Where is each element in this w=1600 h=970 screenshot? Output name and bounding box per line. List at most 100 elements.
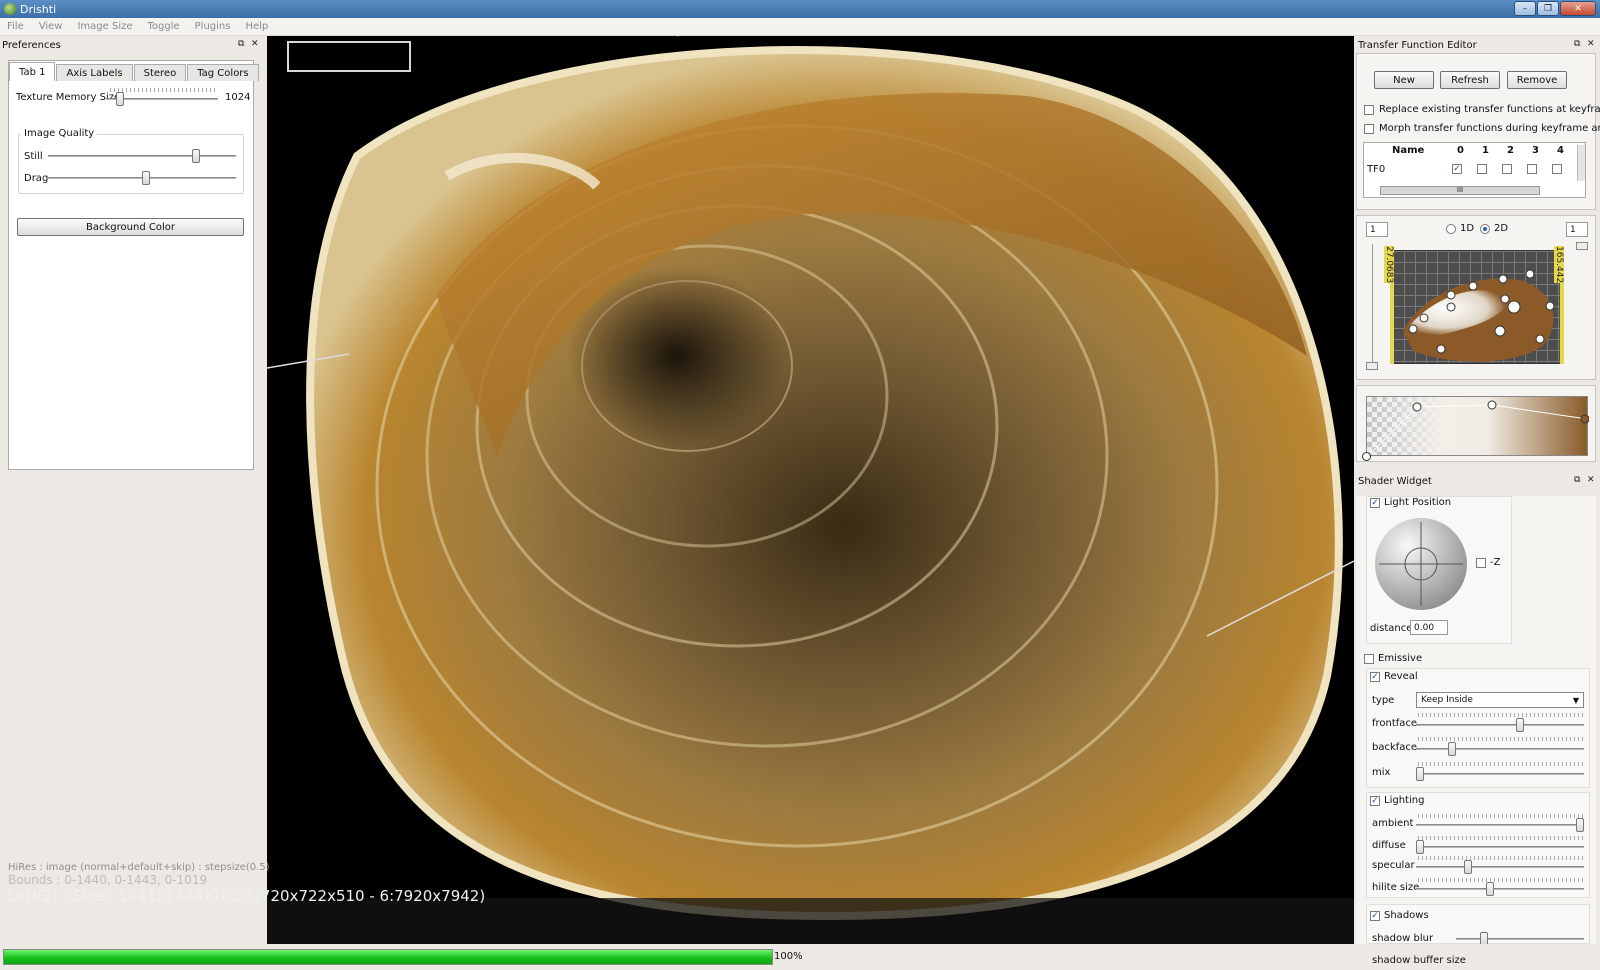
reveal-checkbox[interactable]: ✓ xyxy=(1370,672,1380,682)
tf-control-point[interactable] xyxy=(1419,313,1429,323)
tf-table-scrollbar[interactable]: III xyxy=(1380,186,1540,195)
tf-table-vscroll[interactable] xyxy=(1577,145,1585,181)
right-spinbox[interactable]: 1 xyxy=(1566,222,1588,237)
frontface-slider[interactable] xyxy=(1416,718,1584,732)
slider-handle[interactable] xyxy=(1576,818,1584,832)
new-tf-button[interactable]: New xyxy=(1374,71,1434,89)
color-gradient-bar[interactable] xyxy=(1366,396,1590,458)
float-icon[interactable]: ⧉ xyxy=(238,39,244,49)
menu-view[interactable]: View xyxy=(39,21,63,32)
texture-memory-slider[interactable] xyxy=(106,92,218,106)
slider-handle[interactable] xyxy=(192,149,200,163)
remove-tf-button[interactable]: Remove xyxy=(1507,71,1567,89)
emissive-checkbox[interactable] xyxy=(1364,654,1374,664)
drag-slider[interactable] xyxy=(48,171,236,185)
light-position-checkbox[interactable]: ✓ xyxy=(1370,498,1380,508)
backface-slider[interactable] xyxy=(1416,742,1584,756)
tf-control-point[interactable] xyxy=(1545,301,1555,311)
tf-left-track xyxy=(1372,244,1373,362)
slider-handle[interactable] xyxy=(1416,840,1424,854)
shader-widget-header: Shader Widget ⧉ ✕ xyxy=(1356,473,1600,489)
background-color-button[interactable]: Background Color xyxy=(17,218,244,236)
still-slider[interactable] xyxy=(48,149,236,163)
dock-close-icon[interactable]: ✕ xyxy=(1587,475,1595,485)
color-stop[interactable] xyxy=(1412,402,1422,412)
tf-control-point[interactable] xyxy=(1525,269,1535,279)
shadows-checkbox[interactable]: ✓ xyxy=(1370,911,1380,921)
tf-control-point[interactable] xyxy=(1436,344,1446,354)
float-icon[interactable]: ⧉ xyxy=(1574,39,1580,49)
maximize-icon[interactable]: ❐ xyxy=(1537,1,1559,16)
tf-editor-title: Transfer Function Editor xyxy=(1358,39,1477,51)
dock-close-icon[interactable]: ✕ xyxy=(251,39,259,49)
tf-control-point[interactable] xyxy=(1446,290,1456,300)
specular-slider[interactable] xyxy=(1416,860,1584,874)
tf-row-check-4[interactable] xyxy=(1552,164,1562,174)
menu-image-size[interactable]: Image Size xyxy=(77,21,132,32)
tab-stereo[interactable]: Stereo xyxy=(133,64,187,81)
close-icon[interactable]: ✕ xyxy=(1560,1,1596,16)
volume-viewer[interactable] xyxy=(267,36,1354,944)
distance-label: distance xyxy=(1370,623,1413,634)
slider-handle[interactable] xyxy=(1464,860,1472,874)
slider-handle[interactable] xyxy=(142,171,150,185)
right-bound-value: 165.442 xyxy=(1554,246,1564,284)
color-stop[interactable] xyxy=(1487,400,1497,410)
progress-bar xyxy=(3,949,773,965)
tf-control-point[interactable] xyxy=(1535,334,1545,344)
light-position-label: Light Position xyxy=(1384,497,1452,508)
selection-rectangle[interactable] xyxy=(287,41,411,72)
light-direction-sphere[interactable] xyxy=(1375,518,1467,610)
slider-handle[interactable] xyxy=(1416,767,1424,781)
menu-file[interactable]: File xyxy=(7,21,24,32)
frontface-label: frontface xyxy=(1372,718,1418,729)
neg-z-checkbox[interactable] xyxy=(1476,558,1486,568)
refresh-tf-button[interactable]: Refresh xyxy=(1440,71,1500,89)
reveal-type-value: Keep Inside xyxy=(1421,695,1473,705)
hilite-size-slider[interactable] xyxy=(1416,882,1584,896)
ambient-slider[interactable] xyxy=(1416,818,1584,832)
tab-axis-labels[interactable]: Axis Labels xyxy=(56,64,133,81)
tf-control-point[interactable] xyxy=(1507,300,1521,314)
lighting-checkbox[interactable]: ✓ xyxy=(1370,796,1380,806)
tab-tag-colors[interactable]: Tag Colors xyxy=(187,64,259,81)
preferences-panel xyxy=(8,60,254,470)
color-stop-start[interactable] xyxy=(1362,452,1371,461)
dock-close-icon[interactable]: ✕ xyxy=(1587,39,1595,49)
minimize-icon[interactable]: – xyxy=(1514,1,1536,16)
slider-groove xyxy=(1416,888,1584,890)
tf-row-check-0[interactable]: ✓ xyxy=(1452,164,1462,174)
menu-toggle[interactable]: Toggle xyxy=(148,21,180,32)
mode-2d-radio[interactable] xyxy=(1480,224,1490,234)
window-controls: – ❐ ✕ xyxy=(1514,1,1596,16)
reveal-type-combo[interactable]: Keep Inside ▼ xyxy=(1416,692,1584,708)
tab-1[interactable]: Tab 1 xyxy=(9,62,56,81)
slider-handle[interactable] xyxy=(1486,882,1494,896)
mode-1d-radio[interactable] xyxy=(1446,224,1456,234)
tf-control-point[interactable] xyxy=(1500,294,1510,304)
tf-row-check-1[interactable] xyxy=(1477,164,1487,174)
tf-control-point[interactable] xyxy=(1446,302,1456,312)
diffuse-slider[interactable] xyxy=(1416,840,1584,854)
tf-left-slider-handle[interactable] xyxy=(1366,362,1378,370)
tf-right-slider-handle[interactable] xyxy=(1576,242,1588,250)
replace-tf-checkbox[interactable] xyxy=(1364,105,1374,115)
distance-spinbox[interactable]: 0.00 xyxy=(1410,620,1448,635)
tf-control-point[interactable] xyxy=(1408,324,1418,334)
slider-handle[interactable] xyxy=(1516,718,1524,732)
color-stop[interactable] xyxy=(1580,414,1590,424)
slider-handle[interactable] xyxy=(1448,742,1456,756)
slider-handle[interactable] xyxy=(116,92,124,106)
float-icon[interactable]: ⧉ xyxy=(1574,475,1580,485)
menu-plugins[interactable]: Plugins xyxy=(195,21,231,32)
morph-tf-checkbox[interactable] xyxy=(1364,124,1374,134)
tf-2d-histogram[interactable] xyxy=(1392,250,1564,364)
tf-row-check-3[interactable] xyxy=(1527,164,1537,174)
menu-help[interactable]: Help xyxy=(245,21,268,32)
tf-control-point[interactable] xyxy=(1494,325,1506,337)
tf-control-point[interactable] xyxy=(1498,274,1508,284)
mix-slider[interactable] xyxy=(1416,767,1584,781)
left-spinbox[interactable]: 1 xyxy=(1366,222,1388,237)
tf-row-check-2[interactable] xyxy=(1502,164,1512,174)
tf-control-point[interactable] xyxy=(1468,281,1478,291)
